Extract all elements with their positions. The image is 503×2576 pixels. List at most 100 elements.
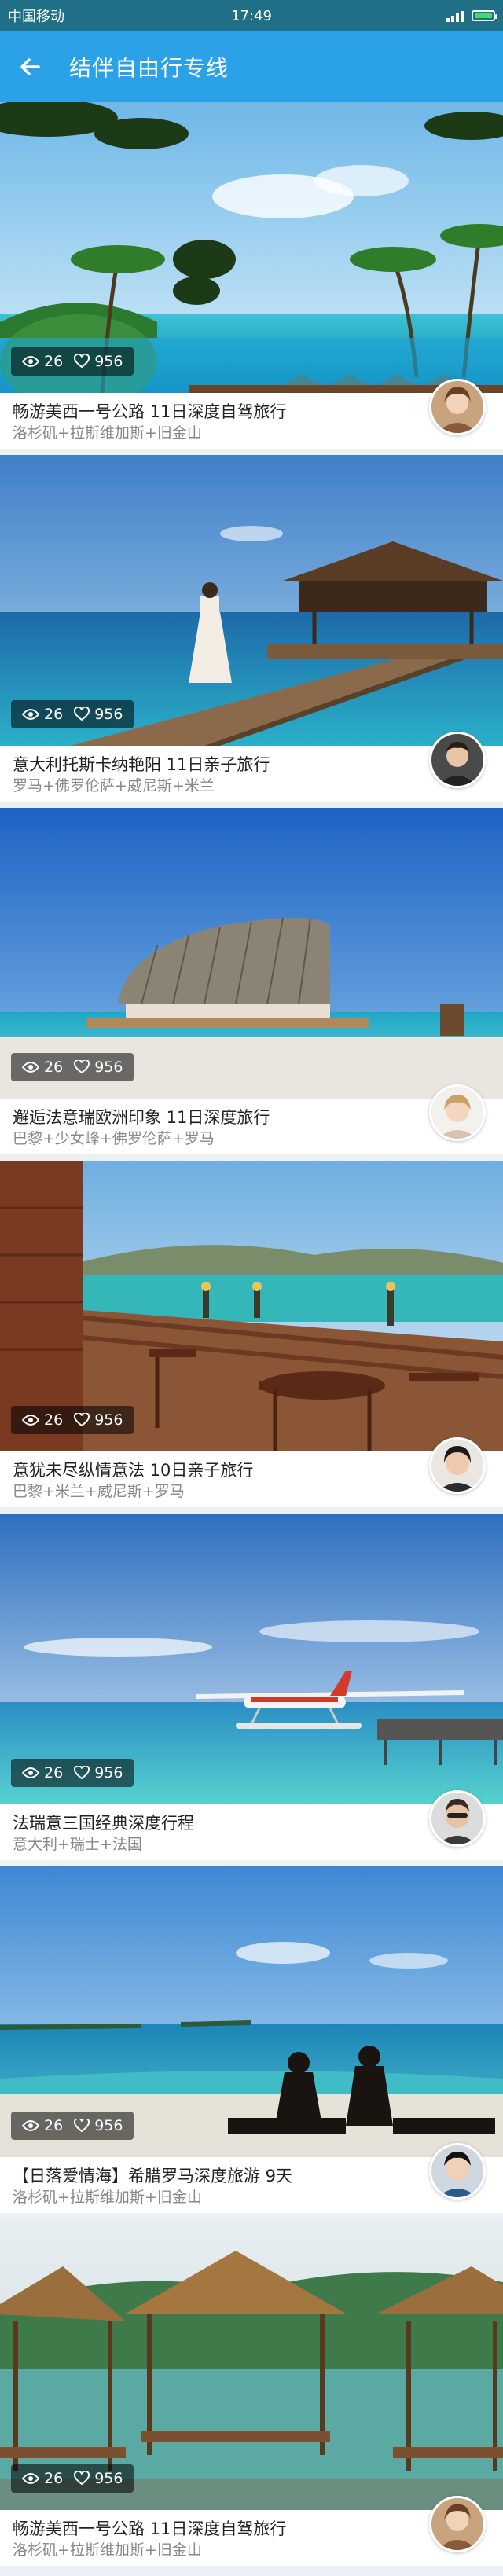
- avatar[interactable]: [429, 2496, 486, 2552]
- eye-icon: [22, 356, 39, 367]
- views-stat: 26: [22, 1411, 63, 1429]
- trip-route: 巴黎+少女峰+佛罗伦萨+罗马: [13, 1130, 215, 1147]
- likes-stat[interactable]: 956: [74, 2117, 123, 2134]
- trip-stats: 26 956: [11, 1406, 134, 1434]
- views-count: 26: [44, 1764, 64, 1782]
- trip-stats: 26 956: [11, 1053, 134, 1081]
- likes-stat[interactable]: 956: [74, 2470, 123, 2487]
- eye-icon: [22, 1415, 39, 1426]
- views-count: 26: [44, 706, 64, 723]
- likes-count: 956: [94, 706, 123, 723]
- eye-icon: [22, 709, 39, 720]
- trip-card[interactable]: 26 956 邂逅法意瑞欧洲印象 11日深度旅行 巴黎+少女峰+佛罗伦萨+罗马: [0, 808, 503, 1161]
- likes-count: 956: [94, 353, 123, 370]
- views-stat: 26: [22, 2117, 63, 2134]
- trip-route: 意大利+瑞士+法国: [13, 1836, 142, 1853]
- trip-info: 法瑞意三国经典深度行程 意大利+瑞士+法国: [0, 1790, 503, 1866]
- carrier-label: 中国移动: [8, 9, 64, 25]
- trip-photo: 26 956: [0, 455, 503, 746]
- views-count: 26: [44, 1059, 64, 1076]
- page-title: 结伴自由行专线: [69, 55, 229, 81]
- battery-icon: [472, 10, 497, 21]
- trip-stats: 26 956: [11, 347, 134, 376]
- likes-stat[interactable]: 956: [74, 353, 123, 370]
- likes-stat[interactable]: 956: [74, 1764, 123, 1782]
- avatar[interactable]: [429, 732, 486, 788]
- trip-info: 畅游美西一号公路 11日深度自驾旅行 洛杉矶+拉斯维加斯+旧金山: [0, 2496, 503, 2572]
- trip-card[interactable]: 26 956 法瑞意三国经典深度行程 意大利+瑞士+法国: [0, 1514, 503, 1866]
- trip-route: 巴黎+米兰+威尼斯+罗马: [13, 1483, 185, 1500]
- trip-route: 罗马+佛罗伦萨+威尼斯+米兰: [13, 777, 215, 794]
- trip-route: 洛杉矶+拉斯维加斯+旧金山: [13, 2541, 202, 2559]
- status-bar: 中国移动 17:49: [0, 0, 503, 31]
- user-avatar-icon: [431, 381, 483, 433]
- heart-icon: [74, 1413, 90, 1427]
- avatar[interactable]: [429, 2143, 486, 2200]
- heart-icon: [74, 1766, 90, 1780]
- trip-info: 意大利托斯卡纳艳阳 11日亲子旅行 罗马+佛罗伦萨+威尼斯+米兰: [0, 732, 503, 808]
- views-stat: 26: [22, 2470, 63, 2487]
- eye-icon: [22, 1062, 39, 1073]
- likes-stat[interactable]: 956: [74, 1059, 123, 1076]
- avatar[interactable]: [429, 379, 486, 435]
- likes-count: 956: [94, 2117, 123, 2134]
- views-stat: 26: [22, 1764, 63, 1782]
- clock: 17:49: [231, 7, 272, 24]
- app-bar: 结伴自由行专线: [0, 31, 503, 102]
- likes-stat[interactable]: 956: [74, 1411, 123, 1429]
- heart-icon: [74, 707, 90, 721]
- views-count: 26: [44, 353, 64, 370]
- likes-count: 956: [94, 1411, 123, 1429]
- likes-stat[interactable]: 956: [74, 706, 123, 723]
- signal-icon: [446, 9, 464, 22]
- avatar[interactable]: [429, 1437, 486, 1494]
- trip-stats: 26 956: [11, 700, 134, 728]
- eye-icon: [22, 1767, 39, 1778]
- heart-icon: [74, 2119, 90, 2133]
- trip-photo: 26 956: [0, 1161, 503, 1451]
- eye-icon: [22, 2120, 39, 2131]
- trip-card[interactable]: 26 956 畅游美西一号公路 11日深度自驾旅行 洛杉矶+拉斯维加斯+旧金山: [0, 2219, 503, 2572]
- eye-icon: [22, 2473, 39, 2484]
- likes-count: 956: [94, 2470, 123, 2487]
- views-count: 26: [44, 2117, 64, 2134]
- avatar[interactable]: [429, 1084, 486, 1141]
- views-stat: 26: [22, 353, 63, 370]
- trip-route: 洛杉矶+拉斯维加斯+旧金山: [13, 424, 202, 442]
- views-count: 26: [44, 2470, 64, 2487]
- trip-info: 邂逅法意瑞欧洲印象 11日深度旅行 巴黎+少女峰+佛罗伦萨+罗马: [0, 1084, 503, 1161]
- trip-stats: 26 956: [11, 1759, 134, 1787]
- back-button[interactable]: [14, 51, 46, 83]
- heart-icon: [74, 1060, 90, 1074]
- trip-photo: 26 956: [0, 1514, 503, 1804]
- trip-stats: 26 956: [11, 2112, 134, 2140]
- views-count: 26: [44, 1411, 64, 1429]
- trip-list: 26 956 畅游美西一号公路 11日深度自驾旅行 洛杉矶+拉斯维加斯+旧金山: [0, 102, 503, 2572]
- views-stat: 26: [22, 1059, 63, 1076]
- heart-icon: [74, 2471, 90, 2486]
- trip-card[interactable]: 26 956 意大利托斯卡纳艳阳 11日亲子旅行 罗马+佛罗伦萨+威尼斯+米兰: [0, 455, 503, 808]
- user-avatar-icon: [431, 2498, 483, 2550]
- user-avatar-icon: [431, 1440, 483, 1492]
- user-avatar-icon: [431, 734, 483, 786]
- user-avatar-icon: [431, 1793, 483, 1844]
- trip-photo: 26 956: [0, 808, 503, 1099]
- trip-card[interactable]: 26 956 畅游美西一号公路 11日深度自驾旅行 洛杉矶+拉斯维加斯+旧金山: [0, 102, 503, 455]
- trip-photo: 26 956: [0, 2219, 503, 2510]
- user-avatar-icon: [431, 2145, 483, 2197]
- trip-card[interactable]: 26 956 意犹未尽纵情意法 10日亲子旅行 巴黎+米兰+威尼斯+罗马: [0, 1161, 503, 1514]
- user-avatar-icon: [431, 1087, 483, 1139]
- trip-card[interactable]: 26 956 【日落爱情海】希腊罗马深度旅游 9天 洛杉矶+拉斯维加斯+旧金山: [0, 1866, 503, 2219]
- views-stat: 26: [22, 706, 63, 723]
- likes-count: 956: [94, 1764, 123, 1782]
- trip-info: 【日落爱情海】希腊罗马深度旅游 9天 洛杉矶+拉斯维加斯+旧金山: [0, 2143, 503, 2219]
- back-arrow-icon: [20, 58, 40, 75]
- avatar[interactable]: [429, 1790, 486, 1847]
- likes-count: 956: [94, 1059, 123, 1076]
- trip-stats: 26 956: [11, 2464, 134, 2493]
- trip-photo: 26 956: [0, 102, 503, 393]
- trip-photo: 26 956: [0, 1866, 503, 2157]
- trip-info: 畅游美西一号公路 11日深度自驾旅行 洛杉矶+拉斯维加斯+旧金山: [0, 379, 503, 455]
- trip-info: 意犹未尽纵情意法 10日亲子旅行 巴黎+米兰+威尼斯+罗马: [0, 1437, 503, 1514]
- trip-route: 洛杉矶+拉斯维加斯+旧金山: [13, 2189, 202, 2206]
